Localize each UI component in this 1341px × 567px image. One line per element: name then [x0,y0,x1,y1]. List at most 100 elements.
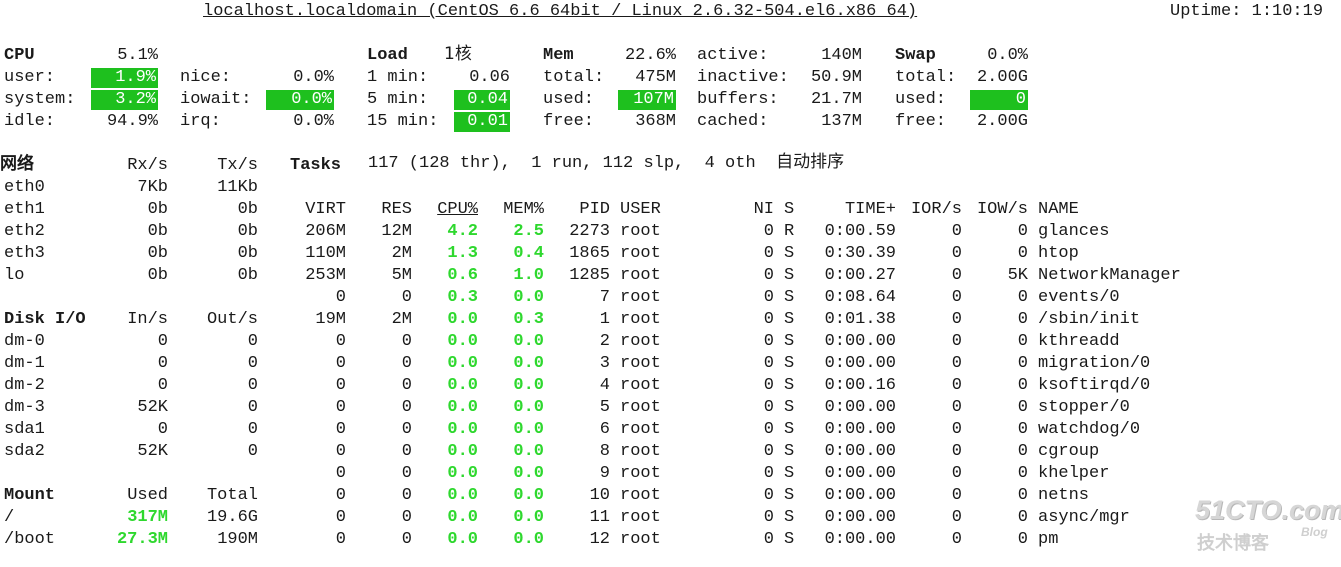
disk-label: Disk I/O [4,310,86,329]
proc-iow: 0 [1017,398,1028,417]
mount-used-value: 317M [127,508,168,527]
proc-name: migration/0 [1038,354,1151,373]
cpu-user-value: 1.9% [91,68,158,88]
col-cpu[interactable]: CPU% [420,200,478,220]
proc-user: root [620,464,661,483]
proc-user: root [620,244,661,263]
proc-mem: 0.0 [513,354,544,373]
mount-total-header: Total [206,486,258,505]
proc-iow: 5K [1007,266,1028,285]
proc-name: khelper [1038,464,1110,483]
proc-time: 0:00.00 [824,332,896,351]
tasks-label: Tasks [290,156,342,175]
network-tx-value: 0b [237,200,258,219]
proc-cpu: 1.3 [447,244,478,263]
proc-name: /sbin/init [1038,310,1141,329]
proc-ni: 0 [763,376,774,395]
proc-pid: 2273 [569,222,610,241]
col-pid[interactable]: PID [550,200,610,220]
swap-total-label: total: [895,68,957,87]
col-ni[interactable]: NI [740,200,774,220]
mem-used-value: 107M [618,90,676,110]
proc-cpu: 0.0 [447,508,478,527]
disk-in-value: 52K [137,442,168,461]
proc-name: pm [1038,530,1059,549]
tasks-summary: 117 (128 thr), 1 run, 112 slp, 4 oth 自动排… [368,154,845,173]
cpu-irq-label: irq: [180,112,221,131]
col-name[interactable]: NAME [1038,200,1079,220]
disk-in-value: 0 [157,420,168,439]
network-tx-value: 0b [237,244,258,263]
proc-time: 0:00.00 [824,398,896,417]
proc-cpu: 0.0 [447,464,478,483]
mount-point: / [4,508,15,527]
proc-res: 0 [401,508,412,527]
proc-pid: 12 [589,530,610,549]
col-time[interactable]: TIME+ [810,200,896,220]
proc-iow: 0 [1017,530,1028,549]
proc-virt: 0 [335,288,346,307]
watermark-blog: Blog [1301,525,1328,539]
proc-user: root [620,530,661,549]
load-5min-value: 0.04 [454,90,510,110]
load-15min-label: 15 min: [367,112,439,131]
network-interface: eth2 [4,222,45,241]
proc-ior: 0 [951,222,962,241]
col-iow[interactable]: IOW/s [968,200,1028,220]
load-label: Load [367,46,408,65]
disk-in-value: 0 [157,332,168,351]
proc-ni: 0 [763,222,774,241]
proc-ni: 0 [763,266,774,285]
network-tx-header: Tx/s [217,156,258,175]
proc-ni: 0 [763,486,774,505]
proc-pid: 1865 [569,244,610,263]
proc-res: 2M [391,244,412,263]
proc-time: 0:08.64 [824,288,896,307]
proc-iow: 0 [1017,442,1028,461]
proc-state: S [784,332,795,351]
proc-user: root [620,288,661,307]
proc-user: root [620,442,661,461]
proc-res: 0 [401,420,412,439]
proc-time: 0:01.38 [824,310,896,329]
col-virt[interactable]: VIRT [270,200,346,220]
proc-mem: 0.0 [513,420,544,439]
proc-iow: 0 [1017,376,1028,395]
proc-state: S [784,288,795,307]
proc-cpu: 0.0 [447,420,478,439]
col-res[interactable]: RES [350,200,412,220]
proc-ior: 0 [951,354,962,373]
col-s[interactable]: S [784,200,794,220]
cpu-system-value: 3.2% [91,90,158,110]
swap-total-value: 2.00G [976,68,1028,87]
mount-used-value: 27.3M [116,530,168,549]
proc-virt: 19M [315,310,346,329]
proc-res: 0 [401,530,412,549]
proc-time: 0:00.59 [824,222,896,241]
proc-time: 0:00.00 [824,464,896,483]
proc-mem: 0.0 [513,508,544,527]
proc-iow: 0 [1017,420,1028,439]
col-mem[interactable]: MEM% [486,200,544,220]
proc-cpu: 0.0 [447,398,478,417]
proc-ior: 0 [951,442,962,461]
proc-ior: 0 [951,244,962,263]
mem-inactive-value: 50.9M [810,68,862,87]
proc-state: R [784,222,795,241]
disk-in-value: 0 [157,376,168,395]
proc-pid: 7 [599,288,610,307]
proc-mem: 0.0 [513,464,544,483]
proc-mem: 0.0 [513,530,544,549]
proc-mem: 0.0 [513,332,544,351]
disk-out-value: 0 [247,420,258,439]
proc-pid: 4 [599,376,610,395]
disk-out-value: 0 [247,376,258,395]
proc-state: S [784,376,795,395]
uptime: Uptime: 1:10:19 [1170,2,1324,21]
col-ior[interactable]: IOR/s [900,200,962,220]
col-user[interactable]: USER [620,200,661,220]
cpu-system-label: system: [4,90,76,109]
proc-state: S [784,530,795,549]
proc-virt: 0 [335,486,346,505]
proc-state: S [784,442,795,461]
